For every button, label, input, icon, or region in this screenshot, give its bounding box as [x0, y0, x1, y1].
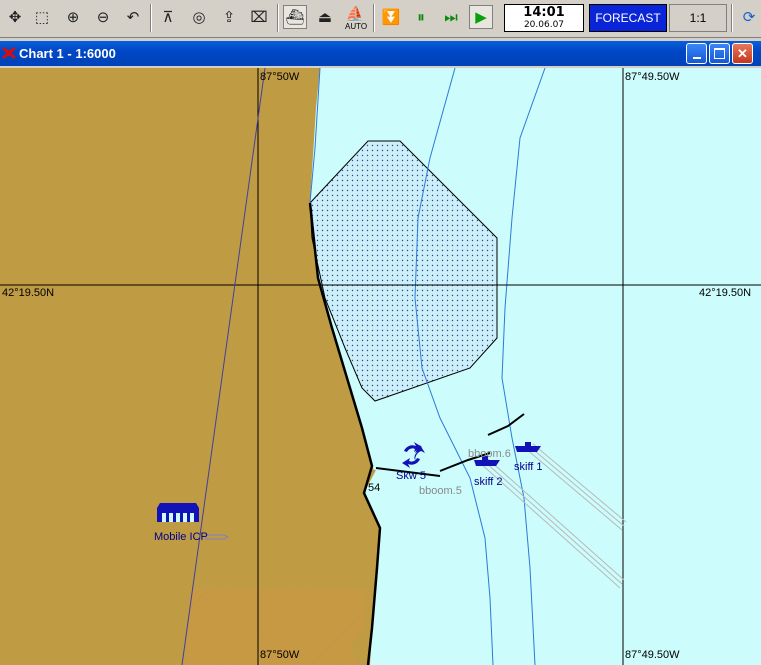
vessel-icon[interactable]: ⏏ [313, 5, 337, 29]
sim-clock: 14:01 20.06.07 [504, 4, 584, 32]
pan-tool-icon[interactable]: ✥ [3, 5, 27, 29]
coord-right-lat: 42°19.50N [699, 287, 752, 299]
mobile-icp-icon[interactable] [157, 503, 199, 522]
mobile-icp-label: Mobile ICP [154, 531, 208, 543]
stop-icon[interactable]: ⏬ [379, 5, 403, 29]
skimmer-label: Skw 5 [396, 470, 426, 482]
toolbar-separator [277, 4, 279, 32]
undo-view-icon[interactable]: ↶ [121, 5, 145, 29]
chart-canvas[interactable] [0, 68, 761, 665]
auto-label: AUTO [345, 22, 368, 31]
toolbar-separator [150, 4, 152, 32]
scale-button[interactable]: 1:1 [669, 4, 727, 32]
forecast-button[interactable]: FORECAST [589, 4, 667, 32]
skiff-1-label: skiff 1 [514, 461, 543, 473]
refresh-icon[interactable]: ⟳ [737, 5, 761, 29]
clock-time: 14:01 [523, 5, 565, 20]
target-icon[interactable]: ◎ [187, 5, 211, 29]
clear-icon[interactable]: ⌧ [247, 5, 271, 29]
chart-window-titlebar: Chart 1 - 1:6000 ✕ [0, 41, 761, 66]
coord-left-lat: 42°19.50N [2, 287, 55, 299]
boom-6-label: bboom.6 [468, 448, 511, 460]
minimize-icon [692, 56, 701, 59]
zoom-out-icon[interactable]: ⊖ [91, 5, 115, 29]
app-icon [2, 46, 16, 60]
export-icon[interactable]: ⇪ [217, 5, 241, 29]
boom-5-label: bboom.5 [419, 485, 462, 497]
main-toolbar: ✥ ⬚ ⊕ ⊖ ↶ ⊼ ◎ ⇪ ⌧ ⛴ ⏏ ⛵ AUTO ⏬ ⏸ ⏭ ▶ 14:… [0, 0, 761, 38]
coord-top-left-lon: 87°50W [260, 71, 300, 83]
maximize-button[interactable] [709, 43, 730, 64]
maximize-icon [714, 48, 725, 59]
clock-date: 20.06.07 [523, 20, 565, 30]
nautical-chart[interactable]: 87°50W 87°49.50W 42°19.50N 42°19.50N 87°… [0, 68, 761, 665]
close-icon: ✕ [737, 45, 748, 61]
depth-sounding: 54 [368, 482, 381, 494]
window-title: Chart 1 - 1:6000 [19, 46, 116, 61]
play-icon[interactable]: ▶ [469, 5, 493, 29]
minimize-button[interactable] [686, 43, 707, 64]
measure-tool-icon[interactable]: ⊼ [156, 5, 180, 29]
pause-icon[interactable]: ⏸ [409, 5, 433, 29]
coord-bottom-left-lon: 87°50W [260, 649, 300, 661]
coord-bottom-right-lon: 87°49.50W [625, 649, 680, 661]
fast-forward-icon[interactable]: ⏭ [439, 5, 463, 29]
zoom-in-icon[interactable]: ⊕ [61, 5, 85, 29]
close-button[interactable]: ✕ [732, 43, 753, 64]
toolbar-separator [373, 4, 375, 32]
ship-view-icon[interactable]: ⛴ [283, 5, 307, 29]
skiff-2-label: skiff 2 [474, 476, 503, 488]
toolbar-separator [731, 4, 733, 32]
coord-top-right-lon: 87°49.50W [625, 71, 680, 83]
zoom-window-icon[interactable]: ⬚ [30, 5, 54, 29]
